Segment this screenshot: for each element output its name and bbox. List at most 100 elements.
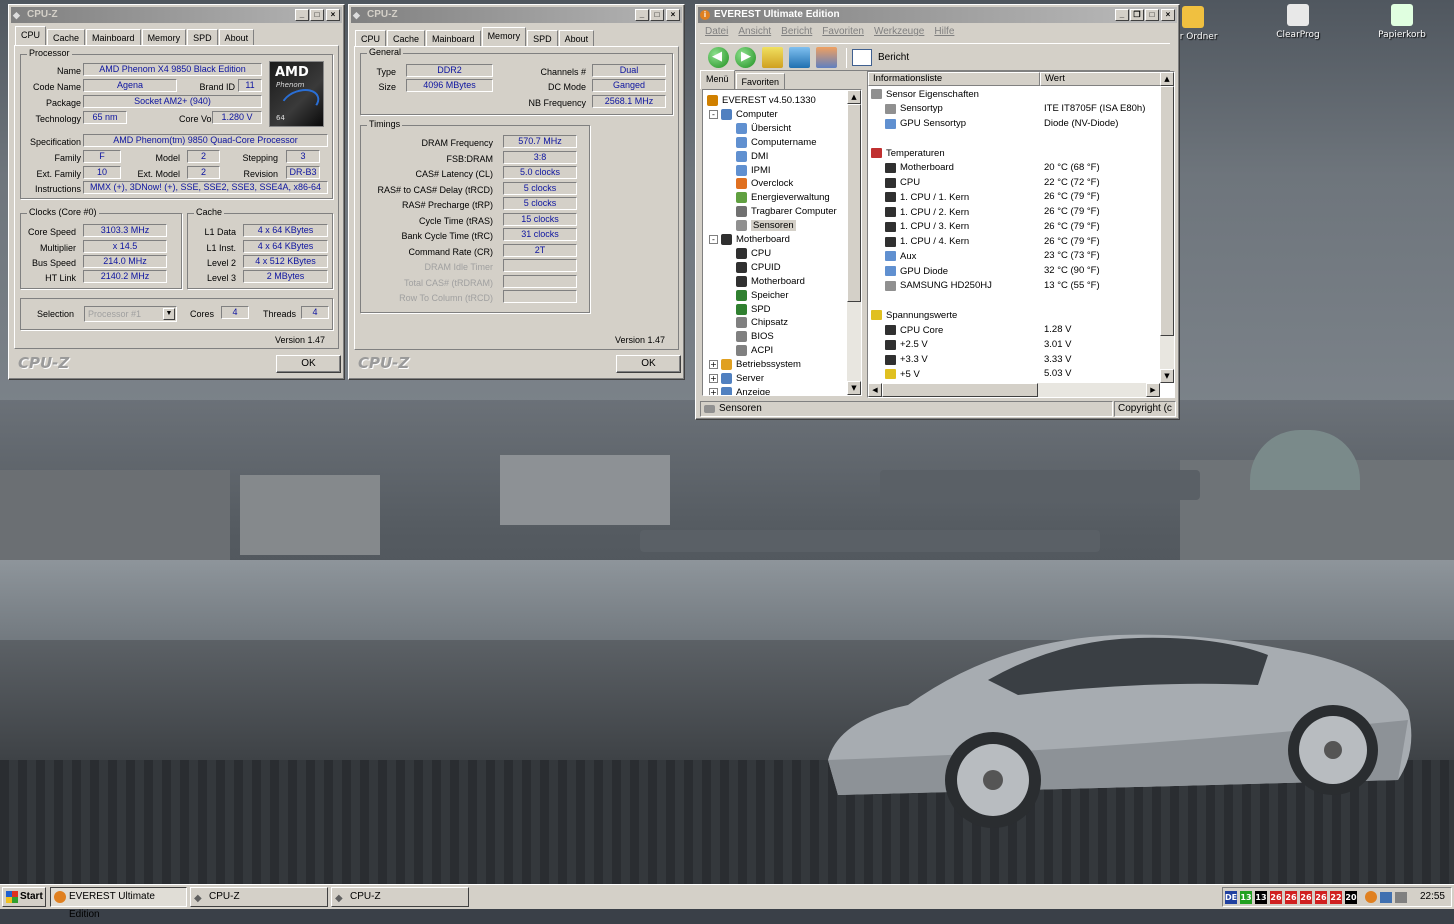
tree-item[interactable]: CPU — [736, 247, 771, 260]
list-item[interactable]: Motherboard — [885, 161, 954, 175]
list-item[interactable]: 1. CPU / 3. Kern — [885, 220, 969, 234]
section-header[interactable]: Sensor Eigenschaften — [871, 87, 979, 101]
everest-titlebar[interactable]: i EVEREST Ultimate Edition _ ❐ □ × — [698, 7, 1177, 23]
list-item[interactable]: 1. CPU / 2. Kern — [885, 205, 969, 219]
tab-mainboard[interactable]: Mainboard — [426, 30, 481, 46]
tray-readout[interactable]: 22 — [1330, 891, 1342, 904]
close-button[interactable]: × — [326, 9, 340, 21]
section-header[interactable]: Temperaturen — [871, 146, 945, 160]
cpuz-titlebar[interactable]: ◆ CPU-Z _ □ × — [351, 7, 682, 23]
minimize-button[interactable]: _ — [1115, 9, 1129, 21]
restore-button[interactable]: ❐ — [1130, 9, 1144, 21]
tree-item[interactable]: EVEREST v4.50.1330 — [707, 94, 816, 107]
menu-ansicht[interactable]: Ansicht — [733, 26, 776, 42]
tab-spd[interactable]: SPD — [527, 30, 558, 46]
refresh-icon[interactable] — [789, 47, 810, 68]
menu-hilfe[interactable]: Hilfe — [929, 26, 959, 42]
tab-about[interactable]: About — [218, 29, 255, 45]
close-button[interactable]: × — [666, 9, 680, 21]
network-icon[interactable] — [1380, 892, 1392, 903]
minimize-button[interactable]: _ — [295, 9, 309, 21]
close-button[interactable]: × — [1161, 9, 1175, 21]
minimize-button[interactable]: _ — [635, 9, 649, 21]
tree-item[interactable]: Speicher — [736, 289, 789, 302]
tray-readout[interactable]: 13 — [1240, 891, 1252, 904]
menu-werkzeuge[interactable]: Werkzeuge — [869, 26, 929, 42]
start-button[interactable]: Start — [2, 887, 46, 907]
tree-item[interactable]: Anzeige — [721, 386, 770, 395]
clock[interactable]: 22:55 — [1420, 891, 1445, 902]
tab-cache[interactable]: Cache — [387, 30, 426, 46]
tree-item[interactable]: Übersicht — [736, 122, 791, 135]
tab-cpu[interactable]: CPU — [355, 30, 387, 46]
tree-item[interactable]: Motherboard — [736, 275, 805, 288]
scroll-right-icon[interactable]: ▶ — [1146, 383, 1160, 397]
tree-item[interactable]: Motherboard — [721, 233, 790, 246]
chevron-down-icon[interactable]: ▼ — [163, 308, 175, 320]
ok-button[interactable]: OK — [616, 355, 681, 373]
scroll-down-icon[interactable]: ▼ — [1160, 369, 1174, 383]
tray-readout[interactable]: 13 — [1255, 891, 1267, 904]
tree-item[interactable]: BIOS — [736, 330, 774, 343]
tree-item[interactable]: Energieverwaltung — [736, 191, 830, 204]
column-header-informationsliste[interactable]: Informationsliste — [868, 72, 1040, 86]
list-item[interactable]: GPU Sensortyp — [885, 117, 966, 131]
list-item[interactable]: 1. CPU / 1. Kern — [885, 190, 969, 204]
menu-favoriten[interactable]: Favoriten — [817, 26, 869, 42]
processor-select[interactable]: Processor #1 ▼ — [84, 306, 177, 322]
list-hscrollbar[interactable]: ◀ ▶ — [868, 383, 1160, 397]
taskbar-button-cpuz-1[interactable]: ◆ CPU-Z — [190, 887, 328, 907]
expand-icon[interactable]: + — [709, 387, 718, 395]
tray-readout[interactable]: 26 — [1300, 891, 1312, 904]
cpuz-titlebar[interactable]: ◆ CPU-Z _ □ × — [11, 7, 342, 23]
section-header[interactable]: Spannungswerte — [871, 308, 957, 322]
tree-item[interactable]: ACPI — [736, 344, 773, 357]
column-header-wert[interactable]: Wert — [1040, 72, 1162, 86]
ok-button[interactable]: OK — [276, 355, 341, 373]
list-item[interactable]: CPU Core — [885, 323, 943, 337]
tree-item[interactable]: Server — [721, 372, 764, 385]
expand-icon[interactable]: + — [709, 360, 718, 370]
tray-readout[interactable]: 20 — [1345, 891, 1357, 904]
desktop-icon-clearprog[interactable]: ClearProg — [1268, 4, 1328, 40]
tab-favoriten[interactable]: Favoriten — [735, 73, 786, 89]
tree-item[interactable]: Computername — [736, 136, 816, 149]
maximize-button[interactable]: □ — [310, 9, 324, 21]
tab-cpu[interactable]: CPU — [15, 26, 47, 45]
tree-item[interactable]: IPMI — [736, 164, 771, 177]
tray-readout[interactable]: 26 — [1315, 891, 1327, 904]
scroll-left-icon[interactable]: ◀ — [868, 383, 882, 397]
everest-tray-icon[interactable] — [1365, 891, 1377, 903]
scroll-up-icon[interactable]: ▲ — [1160, 72, 1174, 86]
list-item[interactable]: GPU Diode — [885, 264, 948, 278]
taskbar-button-everest[interactable]: EVEREST Ultimate Edition — [50, 887, 187, 920]
tree-scrollbar[interactable]: ▲ ▼ — [847, 90, 861, 395]
desktop-icon-recycle-bin[interactable]: Papierkorb — [1372, 4, 1432, 40]
collapse-icon[interactable]: - — [709, 109, 718, 119]
list-item[interactable]: +2.5 V — [885, 338, 928, 352]
scroll-thumb[interactable] — [882, 383, 1038, 397]
list-item[interactable]: 1. CPU / 4. Kern — [885, 235, 969, 249]
tray-readout[interactable]: 26 — [1285, 891, 1297, 904]
list-vscrollbar[interactable]: ▲ ▼ — [1160, 72, 1174, 383]
tree-item[interactable]: DMI — [736, 150, 768, 163]
tree-item[interactable]: Tragbarer Computer — [736, 205, 837, 218]
tree-item[interactable]: Chipsatz — [736, 316, 788, 329]
list-item[interactable]: CPU — [885, 176, 920, 190]
tab-cache[interactable]: Cache — [47, 29, 86, 45]
collapse-icon[interactable]: - — [709, 235, 718, 244]
maximize-button[interactable]: □ — [1145, 9, 1159, 21]
tab-menu[interactable]: Menü — [700, 70, 735, 89]
up-folder-icon[interactable] — [762, 47, 783, 68]
report-button[interactable]: Bericht — [878, 52, 909, 63]
maximize-button[interactable]: □ — [650, 9, 664, 21]
scroll-up-icon[interactable]: ▲ — [847, 90, 861, 104]
forward-icon[interactable]: ▶ — [735, 47, 756, 68]
back-icon[interactable]: ◀ — [708, 47, 729, 68]
tray-readout[interactable]: DE — [1225, 891, 1237, 904]
scroll-thumb[interactable] — [1160, 86, 1174, 336]
list-item[interactable]: Sensortyp — [885, 102, 943, 116]
tab-about[interactable]: About — [558, 30, 595, 46]
tree-item[interactable]: Betriebssystem — [721, 358, 801, 371]
tree-item[interactable]: Overclock — [736, 177, 793, 190]
